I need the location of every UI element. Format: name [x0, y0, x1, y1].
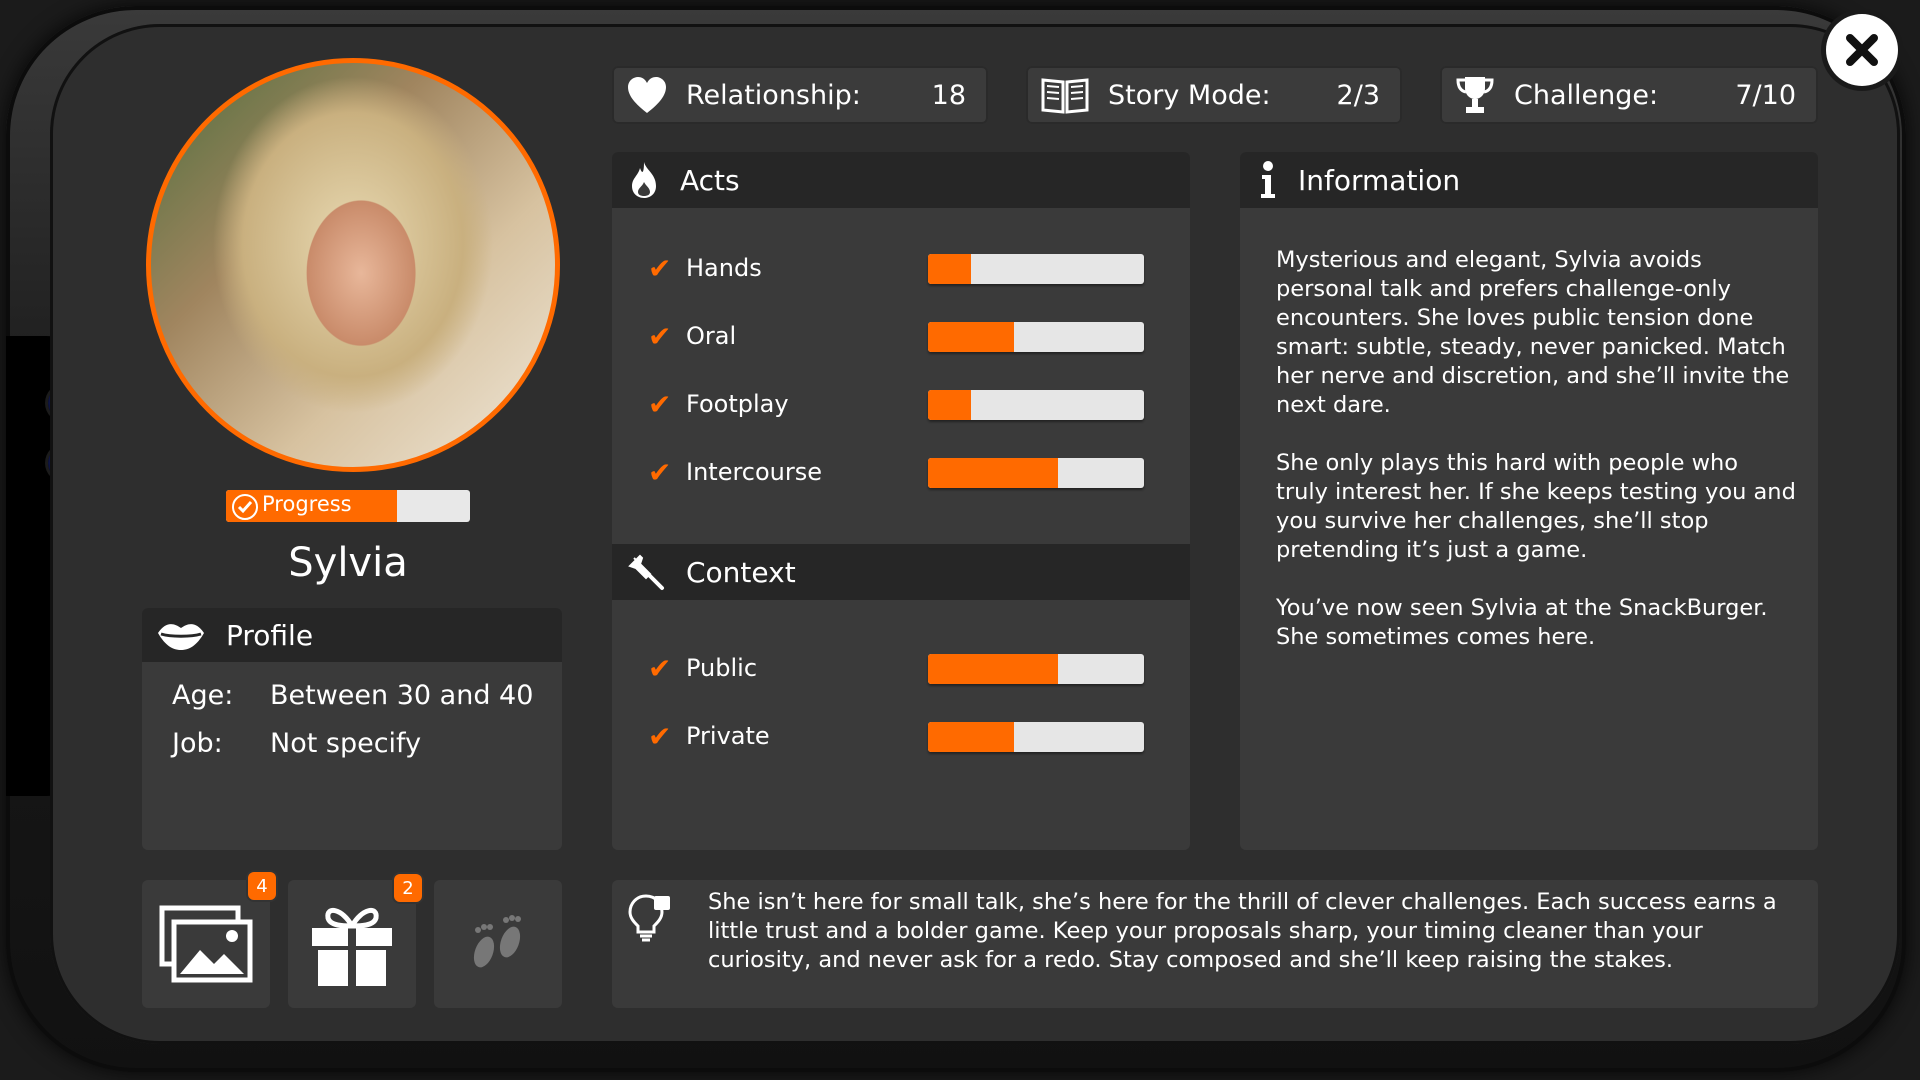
- age-label: Age:: [172, 680, 234, 711]
- act-bar-fill: [928, 458, 1058, 488]
- relationship-stat: Relationship: 18: [612, 66, 988, 124]
- information-panel: Information Mysterious and elegant, Sylv…: [1240, 152, 1818, 850]
- challenge-stat: Challenge: 7/10: [1440, 66, 1818, 124]
- tip-text: She isn’t here for small talk, she’s her…: [708, 889, 1777, 973]
- profile-panel: Profile Age: Between 30 and 40 Job: Not …: [142, 608, 562, 850]
- trophy-icon: [1456, 77, 1494, 113]
- story-mode-value: 2/3: [1336, 79, 1380, 111]
- act-label: Footplay: [686, 390, 789, 418]
- lightbulb-icon: [628, 894, 670, 942]
- info-icon: [1261, 161, 1275, 198]
- information-title: Information: [1298, 163, 1461, 197]
- check-icon: ✔: [648, 719, 672, 753]
- age-value: Between 30 and 40: [270, 680, 534, 711]
- story-mode-label: Story Mode:: [1108, 79, 1271, 111]
- challenge-value: 7/10: [1735, 79, 1796, 111]
- character-name: Sylvia: [288, 540, 408, 586]
- act-row-intercourse: ✔ Intercourse: [648, 452, 822, 492]
- tip-panel: She isn’t here for small talk, she’s her…: [612, 880, 1818, 1008]
- context-bar-fill: [928, 722, 1015, 752]
- lips-icon: [158, 624, 204, 650]
- check-icon: ✔: [648, 455, 672, 489]
- acts-context-panel: Acts ✔ Hands ✔ Oral ✔ Footplay ✔ Interco…: [612, 152, 1190, 850]
- gifts-button[interactable]: 2: [288, 874, 422, 1008]
- flame-icon: [632, 162, 656, 198]
- check-circle-icon: [232, 494, 258, 520]
- information-text: Mysterious and elegant, Sylvia avoids pe…: [1276, 247, 1796, 650]
- relationship-label: Relationship:: [686, 79, 861, 111]
- relationship-value: 18: [931, 79, 966, 111]
- context-row-private: ✔ Private: [648, 716, 770, 756]
- act-bar-intercourse: [928, 458, 1144, 488]
- act-bar-footplay: [928, 390, 1144, 420]
- gallery-button[interactable]: 4: [142, 872, 276, 1008]
- check-icon: ✔: [648, 251, 672, 285]
- act-bar-fill: [928, 390, 972, 420]
- locked-footprints-button[interactable]: [434, 880, 562, 1008]
- profile-title: Profile: [226, 618, 314, 652]
- act-bar-oral: [928, 322, 1144, 352]
- act-bar-fill: [928, 254, 972, 284]
- gifts-badge: 2: [394, 874, 422, 902]
- act-label: Oral: [686, 322, 737, 350]
- book-icon: [1041, 78, 1089, 114]
- progress-label: Progress: [262, 492, 352, 516]
- act-bar-fill: [928, 322, 1015, 352]
- context-row-public: ✔ Public: [648, 648, 757, 688]
- context-bar-private: [928, 722, 1144, 752]
- job-value: Not specify: [270, 728, 422, 759]
- story-mode-stat: Story Mode: 2/3: [1026, 66, 1402, 124]
- context-title: Context: [686, 555, 796, 589]
- gallery-badge: 4: [248, 872, 276, 900]
- check-icon: ✔: [648, 319, 672, 353]
- act-label: Intercourse: [686, 458, 823, 486]
- footprints-icon: [473, 915, 521, 968]
- profile-header: Profile: [142, 608, 562, 662]
- heart-icon: [628, 77, 666, 113]
- context-bar-fill: [928, 654, 1058, 684]
- pin-icon: [628, 554, 664, 590]
- gift-icon: [312, 908, 392, 986]
- context-label: Public: [686, 654, 758, 682]
- check-icon: ✔: [648, 651, 672, 685]
- information-header: Information: [1240, 152, 1818, 208]
- context-bar-public: [928, 654, 1144, 684]
- close-icon: [1846, 34, 1878, 66]
- character-portrait: [146, 58, 560, 472]
- act-bar-hands: [928, 254, 1144, 284]
- check-icon: ✔: [648, 387, 672, 421]
- job-label: Job:: [172, 728, 223, 759]
- gallery-icon: [159, 905, 253, 983]
- acts-title: Acts: [680, 163, 740, 197]
- acts-header: Acts: [612, 152, 1190, 208]
- act-label: Hands: [686, 254, 762, 282]
- act-row-hands: ✔ Hands: [648, 248, 762, 288]
- act-row-oral: ✔ Oral: [648, 316, 736, 356]
- close-button[interactable]: [1826, 14, 1898, 86]
- act-row-footplay: ✔ Footplay: [648, 384, 789, 424]
- character-progress-bar: Progress: [226, 490, 470, 522]
- challenge-label: Challenge:: [1514, 79, 1659, 111]
- context-label: Private: [686, 722, 770, 750]
- context-header: Context: [612, 544, 1190, 600]
